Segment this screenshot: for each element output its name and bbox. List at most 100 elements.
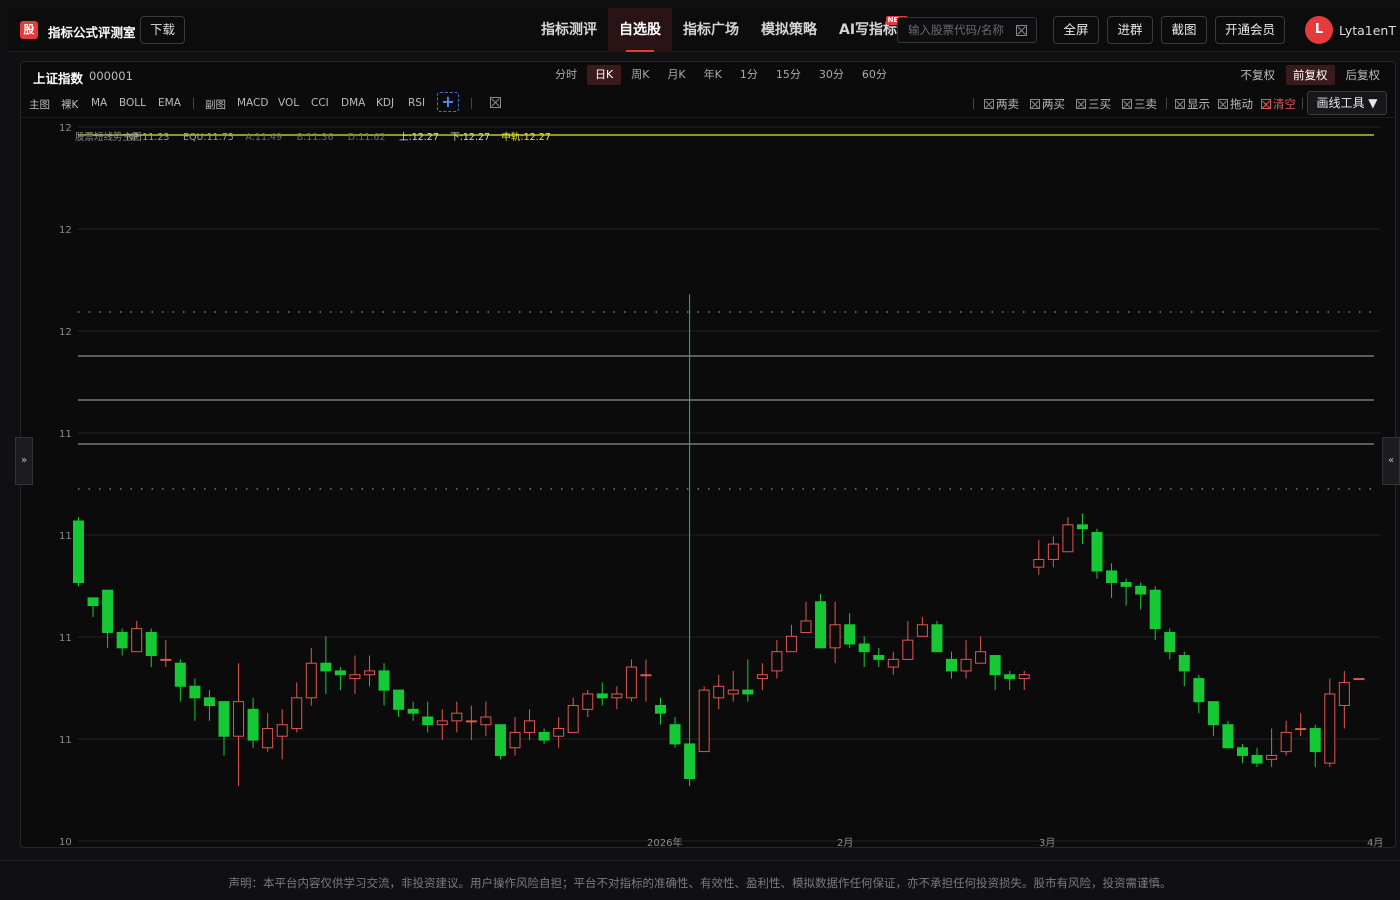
candle-body bbox=[1280, 731, 1292, 753]
period-tab[interactable]: 月K bbox=[659, 65, 693, 85]
vip-button[interactable]: 开通会员 bbox=[1215, 16, 1285, 44]
avatar[interactable]: L bbox=[1305, 16, 1333, 44]
tool-label: 两卖 bbox=[996, 97, 1019, 111]
indicator-option[interactable]: RSI bbox=[408, 97, 425, 109]
tool-label: 显示 bbox=[1187, 97, 1210, 111]
candle-body bbox=[785, 635, 797, 653]
period-tab[interactable]: 15分 bbox=[768, 65, 809, 85]
period-tab[interactable]: 30分 bbox=[811, 65, 852, 85]
left-panel-toggle[interactable]: » bbox=[15, 437, 33, 485]
candle-body bbox=[1309, 728, 1321, 753]
candle-body bbox=[611, 693, 623, 699]
indicator-option[interactable]: BOLL bbox=[119, 97, 146, 109]
candle-body bbox=[160, 658, 172, 661]
indicator-option[interactable]: KDJ bbox=[376, 97, 394, 109]
period-tab[interactable]: 周K bbox=[623, 65, 657, 85]
nav-label: 指标测评 bbox=[541, 22, 597, 38]
add-indicator-button[interactable]: + bbox=[437, 92, 459, 112]
candle-body bbox=[494, 724, 506, 756]
candle-body bbox=[73, 520, 84, 584]
y-tick-label: 12 bbox=[59, 225, 72, 236]
candle-body bbox=[87, 597, 99, 607]
fullscreen-button[interactable]: 全屏 bbox=[1053, 16, 1099, 44]
candle-body bbox=[247, 708, 259, 741]
candle-body bbox=[174, 662, 186, 687]
candle-body bbox=[1222, 724, 1234, 749]
tool-clear[interactable]: 清空 bbox=[1261, 96, 1296, 112]
nav-indicator-square[interactable]: 指标广场 bbox=[672, 8, 750, 52]
candle-body bbox=[1018, 674, 1030, 680]
tool-two-sell[interactable]: 两卖 bbox=[984, 96, 1019, 112]
adjust-tab[interactable]: 后复权 bbox=[1339, 65, 1388, 85]
username[interactable]: Lyta1enT bbox=[1339, 23, 1396, 38]
indicator-option[interactable]: 裸K bbox=[61, 97, 78, 112]
adjust-tab[interactable]: 前复权 bbox=[1286, 65, 1335, 85]
candle-body bbox=[946, 658, 957, 672]
candle-body bbox=[771, 651, 783, 672]
indicator-option[interactable]: CCI bbox=[311, 97, 329, 109]
right-panel-toggle[interactable]: « bbox=[1382, 437, 1400, 485]
indicator-option[interactable]: MACD bbox=[237, 97, 268, 109]
candle-body bbox=[262, 728, 274, 749]
candle-body bbox=[422, 716, 434, 726]
legend-item: B:11.36 bbox=[297, 132, 334, 143]
candle-body bbox=[815, 601, 827, 649]
main-chart-label: 主图 bbox=[29, 99, 50, 111]
y-tick-label: 11 bbox=[59, 531, 72, 542]
download-button[interactable]: 下载 bbox=[140, 16, 185, 44]
chart-panel: 上证指数 000001 分时 日K 周K 月K 年K 1分 15分 30分 60… bbox=[20, 61, 1396, 848]
indicator-option[interactable]: EMA bbox=[158, 97, 181, 109]
period-tab[interactable]: 年K bbox=[696, 65, 730, 85]
period-tab[interactable]: 分时 bbox=[547, 65, 585, 85]
candle-body bbox=[1106, 570, 1118, 584]
tool-show[interactable]: 显示 bbox=[1175, 96, 1210, 112]
legend-item: 下:12.27 bbox=[450, 132, 490, 143]
nav-watchlist[interactable]: 自选股 bbox=[608, 8, 672, 52]
nav-label: 模拟策略 bbox=[761, 22, 817, 38]
tool-two-buy[interactable]: 两买 bbox=[1030, 96, 1065, 112]
main-nav: 指标测评 自选股 指标广场 模拟策略 AI写指标NEW bbox=[530, 8, 909, 52]
candle-body bbox=[887, 658, 899, 668]
candlestick-chart[interactable]: 股票短线势主图NP:11.23 EQU:11.75 A:11.49 B:11.36 D:… bbox=[21, 119, 1395, 847]
candle-body bbox=[582, 693, 594, 710]
period-tab[interactable]: 1分 bbox=[732, 65, 766, 85]
candle-body bbox=[1091, 532, 1103, 572]
candle-body bbox=[1135, 585, 1147, 595]
divider bbox=[471, 98, 472, 109]
nav-indicator-review[interactable]: 指标测评 bbox=[530, 8, 608, 52]
candle-body bbox=[1338, 681, 1350, 706]
tool-drag[interactable]: 拖动 bbox=[1218, 96, 1253, 112]
candle-body bbox=[436, 720, 448, 726]
x-tick-label: 2026年 bbox=[647, 836, 682, 847]
candle-body bbox=[1178, 655, 1190, 672]
candle-body bbox=[756, 674, 768, 680]
adjust-tab[interactable]: 不复权 bbox=[1234, 65, 1283, 85]
clear-icon[interactable] bbox=[1016, 25, 1027, 36]
draw-tools-button[interactable]: 画线工具 ▼ bbox=[1307, 91, 1387, 115]
indicator-option[interactable]: MA bbox=[91, 97, 107, 109]
tool-label: 两买 bbox=[1042, 97, 1065, 111]
tool-three-sell[interactable]: 三卖 bbox=[1122, 96, 1157, 112]
candle-body bbox=[1120, 582, 1132, 587]
nav-sim-strategy[interactable]: 模拟策略 bbox=[750, 8, 828, 52]
candle-body bbox=[1353, 678, 1365, 681]
disclaimer: 声明：本平台内容仅供学习交流，非投资建议。用户操作风险自担；平台不对指标的准确性… bbox=[0, 860, 1400, 900]
indicator-option[interactable]: DMA bbox=[341, 97, 365, 109]
period-tab[interactable]: 60分 bbox=[854, 65, 895, 85]
tool-label: 清空 bbox=[1273, 97, 1296, 111]
period-tab[interactable]: 日K bbox=[587, 65, 622, 85]
candle-body bbox=[320, 662, 332, 672]
search-input[interactable] bbox=[898, 18, 1010, 42]
reset-icon[interactable] bbox=[490, 97, 501, 108]
tool-label: 拖动 bbox=[1230, 97, 1253, 111]
candle-body bbox=[1324, 693, 1336, 764]
candle-body bbox=[305, 662, 317, 699]
join-group-button[interactable]: 进群 bbox=[1107, 16, 1153, 44]
candle-body bbox=[960, 658, 972, 672]
candle-body bbox=[1251, 754, 1263, 764]
x-tick-label: 4月 bbox=[1367, 837, 1383, 847]
tool-three-buy[interactable]: 三买 bbox=[1076, 96, 1111, 112]
screenshot-button[interactable]: 截图 bbox=[1161, 16, 1207, 44]
candle-body bbox=[800, 620, 812, 633]
indicator-option[interactable]: VOL bbox=[278, 97, 299, 109]
